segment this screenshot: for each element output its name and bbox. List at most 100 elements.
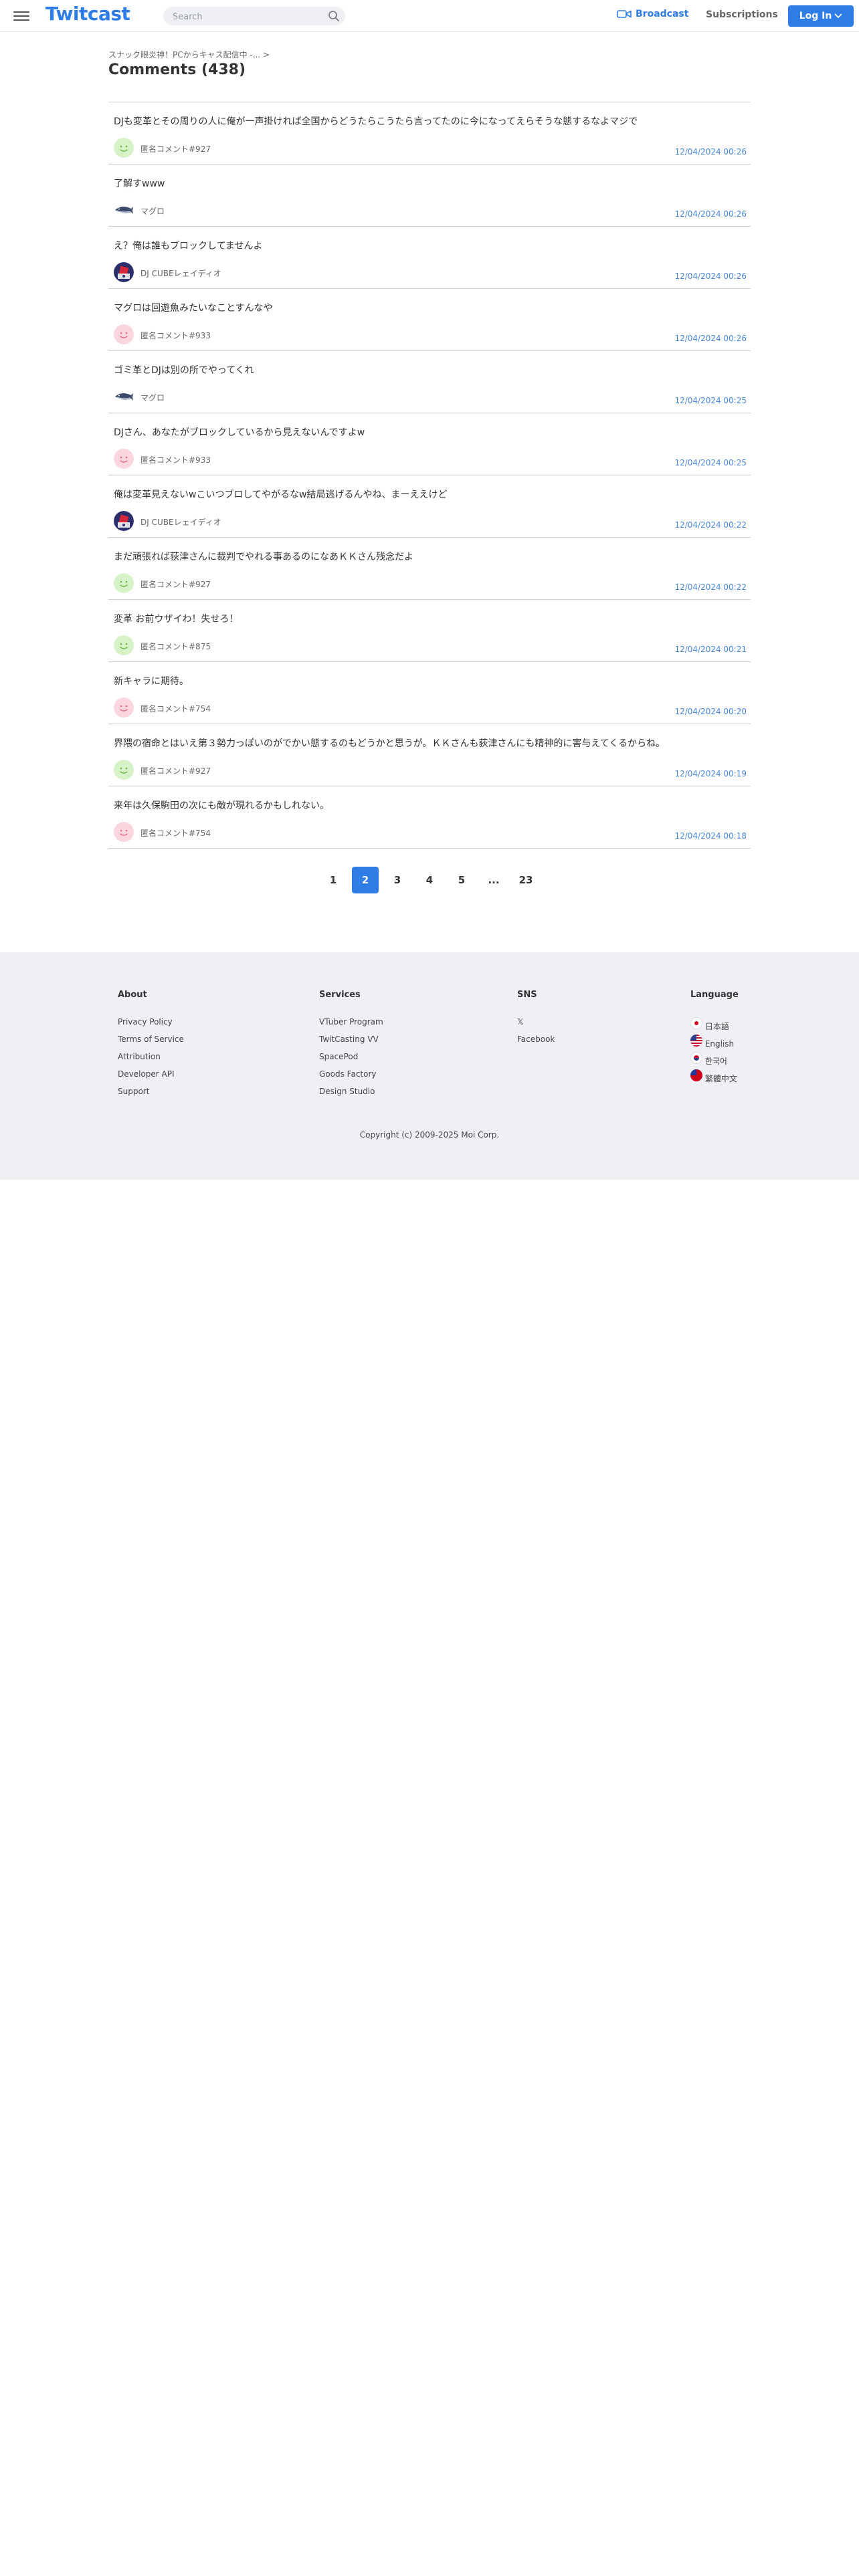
twitcast-logo[interactable]: Twitcast (45, 3, 130, 25)
comment-text: マグロは回遊魚みたいなことすんなや (114, 303, 273, 314)
pink-smile-icon[interactable] (114, 324, 134, 344)
comment-text: まだ頑張れば荻津さんに裁判でやれる事あるのになあＫＫさん残念だよ (114, 552, 413, 562)
comment-item: 界隈の宿命とはいえ第３勢力っぽいのがでかい態するのもどうかと思うが。ＫＫさんも荻… (108, 724, 751, 786)
dj-cube-icon[interactable] (114, 511, 134, 531)
footer-link[interactable]: SpacePod (319, 1052, 383, 1069)
green-smile-icon[interactable] (114, 760, 134, 780)
footer-link[interactable]: Goods Factory (319, 1069, 383, 1087)
language-label: 繁體中文 (704, 1074, 737, 1083)
comment-timestamp[interactable]: 12/04/2024 00:21 (674, 645, 747, 654)
comment-list: DJも変革とその周りの人に俺が一声掛ければ全国からどうたらこうたら言ってたのに今… (108, 102, 751, 849)
hamburger-menu-icon[interactable] (13, 9, 29, 23)
comment-timestamp[interactable]: 12/04/2024 00:22 (674, 582, 747, 592)
comment-timestamp[interactable]: 12/04/2024 00:22 (674, 520, 747, 530)
pagination-page-button[interactable]: 2 (352, 867, 379, 893)
comment-user-name[interactable]: 匿名コメント#927 (140, 143, 211, 154)
comment-text: 界隈の宿命とはいえ第３勢力っぽいのがでかい態するのもどうかと思うが。ＫＫさんも荻… (114, 738, 666, 749)
language-option-ja[interactable]: 日本語 (690, 1017, 739, 1035)
pink-smile-icon[interactable] (114, 449, 134, 469)
comment-user-name[interactable]: マグロ (140, 205, 165, 217)
breadcrumb[interactable]: スナック眼炎神！PCからキャス配信中 -... > (108, 49, 270, 60)
comment-timestamp[interactable]: 12/04/2024 00:20 (674, 707, 747, 716)
comment-text: 来年は久保駒田の次にも敵が現れるかもしれない。 (114, 800, 329, 811)
footer-language: Language 日本語 English 한국어 繁體中文 (690, 990, 739, 1087)
green-smile-icon[interactable] (114, 635, 134, 655)
comment-user-name[interactable]: 匿名コメント#933 (140, 454, 211, 465)
comment-user-name[interactable]: DJ CUBEレェイディオ (140, 516, 221, 528)
footer-link[interactable]: Developer API (118, 1069, 184, 1087)
tuna-icon[interactable] (114, 200, 134, 220)
language-option-en[interactable]: English (690, 1035, 739, 1052)
comment-text: DJさん、あなたがブロックしているから見えないんですよw (114, 427, 365, 438)
footer-link[interactable]: Terms of Service (118, 1035, 184, 1052)
comment-item: 新キャラに期待。匿名コメント#754 12/04/2024 00:20 (108, 662, 751, 724)
tuna-icon[interactable] (114, 387, 134, 407)
language-label: 한국어 (704, 1057, 727, 1066)
comment-item: DJさん、あなたがブロックしているから見えないんですよw 匿名コメント#933 12… (108, 413, 751, 475)
dj-cube-icon[interactable] (114, 262, 134, 282)
comment-user-name[interactable]: 匿名コメント#927 (140, 765, 211, 776)
comment-timestamp[interactable]: 12/04/2024 00:26 (674, 147, 747, 156)
pink-smile-icon[interactable] (114, 822, 134, 842)
green-smile-icon[interactable] (114, 573, 134, 593)
broadcast-label: Broadcast (636, 9, 689, 19)
comment-text: 新キャラに期待。 (114, 676, 189, 687)
comment-timestamp[interactable]: 12/04/2024 00:26 (674, 334, 747, 343)
comment-user-name[interactable]: 匿名コメント#754 (140, 827, 211, 839)
login-label: Log In (799, 11, 832, 21)
comment-text: 俺は変革見えないwこいつブロしてやがるなw結局逃げるんやね、まーええけど (114, 490, 448, 500)
pagination-page-button[interactable]: 1 (320, 867, 347, 893)
comment-item: 来年は久保駒田の次にも敵が現れるかもしれない。匿名コメント#754 12/04/2… (108, 786, 751, 849)
comment-item: DJも変革とその周りの人に俺が一声掛ければ全国からどうたらこうたら言ってたのに今… (108, 102, 751, 165)
comment-timestamp[interactable]: 12/04/2024 00:26 (674, 272, 747, 281)
pagination-page-button[interactable]: 5 (448, 867, 475, 893)
green-smile-icon[interactable] (114, 138, 134, 158)
footer-heading-language: Language (690, 990, 739, 1000)
japan-flag-icon (690, 1017, 702, 1029)
top-header: Twitcast Broadcast Subscriptions Log In (0, 0, 859, 32)
login-button[interactable]: Log In (788, 5, 854, 27)
language-option-ko[interactable]: 한국어 (690, 1052, 739, 1069)
comment-item: え？俺は誰もブロックしてませんよ DJ CUBEレェイディオ 12/04/2024 … (108, 227, 751, 289)
comment-timestamp[interactable]: 12/04/2024 00:25 (674, 458, 747, 467)
footer-link[interactable]: Design Studio (319, 1087, 383, 1104)
comment-timestamp[interactable]: 12/04/2024 00:25 (674, 396, 747, 405)
pagination-page-button[interactable]: 3 (384, 867, 411, 893)
footer-services: Services VTuber Program TwitCasting VV S… (319, 990, 383, 1104)
facebook-link[interactable]: Facebook (517, 1035, 555, 1052)
footer-link[interactable]: Support (118, 1087, 184, 1104)
pagination-page-button[interactable]: 4 (416, 867, 443, 893)
comment-user-name[interactable]: DJ CUBEレェイディオ (140, 267, 221, 279)
comment-timestamp[interactable]: 12/04/2024 00:18 (674, 831, 747, 841)
taiwan-flag-icon (690, 1069, 702, 1081)
comment-timestamp[interactable]: 12/04/2024 00:26 (674, 209, 747, 219)
comment-text: 変革 お前ウザイわ！失せろ！ (114, 614, 239, 625)
x-link[interactable]: 𝕏 (517, 1017, 555, 1035)
korea-flag-icon (690, 1052, 702, 1064)
search-input[interactable] (171, 9, 321, 24)
pagination-ellipsis: ... (488, 874, 500, 886)
footer-link[interactable]: Attribution (118, 1052, 184, 1069)
pink-smile-icon[interactable] (114, 697, 134, 718)
footer-link[interactable]: Privacy Policy (118, 1017, 184, 1035)
language-option-zh[interactable]: 繁體中文 (690, 1069, 739, 1087)
comment-user-name[interactable]: 匿名コメント#933 (140, 330, 211, 341)
pagination-page-button[interactable]: 23 (512, 867, 539, 893)
search-icon[interactable] (328, 10, 340, 22)
subscriptions-link[interactable]: Subscriptions (706, 9, 778, 20)
comment-user-name[interactable]: 匿名コメント#754 (140, 703, 211, 714)
footer-link[interactable]: TwitCasting VV (319, 1035, 383, 1052)
language-label: English (704, 1039, 735, 1049)
comment-item: 了解すwww マグロ 12/04/2024 00:26 (108, 165, 751, 227)
search-box[interactable] (163, 7, 345, 25)
broadcast-button[interactable]: Broadcast (617, 9, 688, 19)
comment-user-name[interactable]: 匿名コメント#875 (140, 641, 211, 652)
footer-link[interactable]: VTuber Program (319, 1017, 383, 1035)
pagination: 1 2 3 4 5... 23 (0, 867, 859, 893)
comment-user-name[interactable]: 匿名コメント#927 (140, 578, 211, 590)
comment-timestamp[interactable]: 12/04/2024 00:19 (674, 769, 747, 778)
comment-user-name[interactable]: マグロ (140, 392, 165, 403)
footer-heading-services: Services (319, 990, 361, 1000)
comment-item: ゴミ革とDJは別の所でやってくれマグロ 12/04/2024 00:25 (108, 351, 751, 413)
comment-text: ゴミ革とDJは別の所でやってくれ (114, 365, 254, 376)
